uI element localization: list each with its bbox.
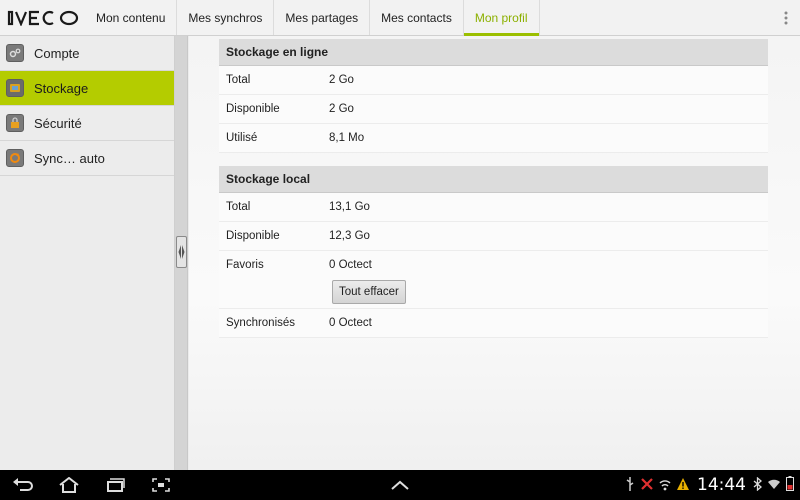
clock: 14:44 bbox=[697, 475, 746, 495]
row-value: 2 Go bbox=[329, 103, 354, 115]
storage-panel: Stockage en ligne Total 2 Go Disponible … bbox=[189, 36, 800, 470]
tab-mon-profil[interactable]: Mon profil bbox=[463, 0, 540, 36]
storage-icon bbox=[6, 79, 24, 97]
lock-icon bbox=[6, 114, 24, 132]
row-value: 2 Go bbox=[329, 74, 354, 86]
tab-mes-partages[interactable]: Mes partages bbox=[274, 0, 371, 35]
overflow-menu-icon[interactable] bbox=[772, 0, 800, 35]
chevron-up-icon[interactable] bbox=[386, 470, 414, 500]
table-row: Disponible 12,3 Go bbox=[219, 222, 768, 251]
row-value: 12,3 Go bbox=[329, 230, 370, 242]
sidebar-item-label: Stockage bbox=[34, 80, 89, 96]
wifi-icon bbox=[659, 477, 671, 494]
table-row: Utilisé 8,1 Mo bbox=[219, 124, 768, 153]
favorites-value-group: 0 Octect Tout effacer bbox=[329, 259, 406, 304]
row-label: Disponible bbox=[226, 230, 280, 242]
iveco-logo bbox=[0, 0, 88, 35]
system-navigation-bar: 14:44 bbox=[0, 470, 800, 500]
tab-bar: Mon contenu Mes synchros Mes partages Me… bbox=[88, 0, 772, 36]
tab-mes-synchros[interactable]: Mes synchros bbox=[177, 0, 275, 35]
table-row: Total 2 Go bbox=[219, 66, 768, 95]
action-bar: Mon contenu Mes synchros Mes partages Me… bbox=[0, 0, 800, 36]
row-label: Disponible bbox=[226, 103, 280, 115]
sidebar-item-label: Sécurité bbox=[34, 115, 82, 131]
status-area[interactable]: 14:44 bbox=[625, 470, 800, 500]
row-value: 0 Octect bbox=[329, 317, 372, 329]
battery-icon bbox=[786, 476, 794, 494]
wifi-signal-icon bbox=[767, 478, 781, 493]
gears-icon bbox=[6, 44, 24, 62]
warning-icon bbox=[676, 477, 690, 494]
row-value: 0 Octect bbox=[329, 259, 372, 271]
sidebar-item-securite[interactable]: Sécurité bbox=[0, 106, 174, 141]
bluetooth-icon bbox=[753, 476, 762, 494]
local-storage-section: Stockage local Total 13,1 Go Disponible … bbox=[219, 166, 768, 338]
sidebar-item-label: Sync… auto bbox=[34, 150, 105, 166]
tab-mes-contacts[interactable]: Mes contacts bbox=[370, 0, 464, 35]
table-row: Disponible 2 Go bbox=[219, 95, 768, 124]
back-icon[interactable] bbox=[0, 470, 46, 500]
recent-apps-icon[interactable] bbox=[92, 470, 138, 500]
sidebar-item-compte[interactable]: Compte bbox=[0, 36, 174, 71]
table-row: Synchronisés 0 Octect bbox=[219, 309, 768, 338]
no-signal-icon bbox=[640, 477, 654, 494]
row-label: Favoris bbox=[226, 259, 264, 271]
row-value: 13,1 Go bbox=[329, 201, 370, 213]
table-row: Total 13,1 Go bbox=[219, 193, 768, 222]
row-label: Synchronisés bbox=[226, 317, 296, 329]
section-header: Stockage en ligne bbox=[219, 39, 768, 66]
sidebar-item-label: Compte bbox=[34, 45, 80, 61]
section-header: Stockage local bbox=[219, 166, 768, 193]
screenshot-icon[interactable] bbox=[138, 470, 184, 500]
row-label: Total bbox=[226, 74, 251, 86]
split-handle[interactable] bbox=[176, 236, 187, 268]
row-label: Utilisé bbox=[226, 132, 258, 144]
home-icon[interactable] bbox=[46, 470, 92, 500]
table-row: Favoris 0 Octect Tout effacer bbox=[219, 251, 768, 309]
settings-sidebar: Compte Stockage Sécurité Sync… auto bbox=[0, 36, 175, 470]
row-value: 8,1 Mo bbox=[329, 132, 365, 144]
sync-icon bbox=[6, 149, 24, 167]
online-storage-section: Stockage en ligne Total 2 Go Disponible … bbox=[219, 39, 768, 153]
clear-all-button[interactable]: Tout effacer bbox=[332, 280, 406, 304]
row-label: Total bbox=[226, 201, 251, 213]
usb-icon bbox=[625, 476, 635, 495]
tab-mon-contenu[interactable]: Mon contenu bbox=[88, 0, 178, 35]
sidebar-item-sync-auto[interactable]: Sync… auto bbox=[0, 141, 174, 176]
sidebar-item-stockage[interactable]: Stockage bbox=[0, 71, 174, 106]
